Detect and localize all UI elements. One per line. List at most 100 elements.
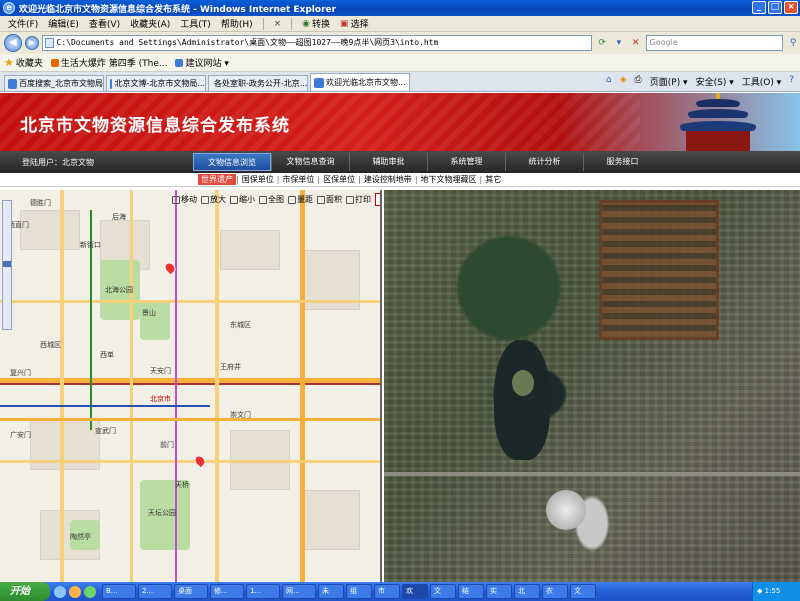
tools-menu[interactable]: 工具(O) ▾ (742, 75, 782, 88)
toolbar-close-icon[interactable]: × (274, 19, 282, 29)
area-icon (317, 195, 325, 204)
taskbar-item[interactable]: 2... (138, 584, 172, 599)
stop-icon[interactable]: ✕ (629, 36, 643, 50)
map-label: 新街口 (80, 241, 101, 249)
taskbar-item[interactable]: 网... (282, 584, 316, 599)
favorite-link-1[interactable]: 生活大爆炸 第四季 (The... (50, 56, 167, 69)
dome-building-image (546, 490, 586, 530)
minimize-button[interactable]: _ (752, 1, 766, 14)
satellite-map[interactable] (384, 190, 800, 582)
taskbar-item[interactable]: 组 (346, 584, 372, 599)
tab-page-icon (8, 78, 17, 89)
taskbar-item[interactable]: 1... (246, 584, 280, 599)
tab-bar: 百度搜索_北京市文物局 北京文博-北京市文物局... 各处室职-政务公开-北京.… (0, 72, 800, 92)
map-area-button[interactable]: 面积 (317, 193, 342, 206)
map-fullextent-button[interactable]: 全图 (259, 193, 284, 206)
nav-browse[interactable]: 文物信息浏览 (193, 153, 271, 171)
map-pan-button[interactable]: 移动 (172, 193, 197, 206)
search-input[interactable]: Google (645, 35, 784, 51)
subnav-construction-zone[interactable]: 建设控制地带 (361, 174, 415, 185)
map-label: 广安门 (10, 431, 31, 439)
menu-favorites[interactable]: 收藏夹(A) (130, 17, 170, 30)
taskbar-item[interactable]: 桌面 (174, 584, 208, 599)
main-nav: 登陆用户：北京文物 文物信息浏览 文物信息查询 辅助审批 系统管理 统计分析 服… (0, 151, 800, 173)
window-titlebar[interactable]: e 欢迎光临北京市文物资源信息综合发布系统 - Windows Internet… (0, 0, 800, 16)
browser-tab-2[interactable]: 北京文博-北京市文物局... (106, 75, 206, 91)
nav-system[interactable]: 系统管理 (427, 153, 505, 171)
map-clear-button[interactable]: 清 除 (375, 193, 380, 206)
nav-statistics[interactable]: 统计分析 (505, 153, 583, 171)
address-input[interactable]: C:\Documents and Settings\Administrator\… (41, 35, 593, 51)
quicklaunch-icon[interactable] (84, 585, 96, 598)
favorite-link-2[interactable]: 建议网站 ▾ (175, 56, 229, 69)
menu-edit[interactable]: 编辑(E) (48, 17, 79, 30)
subnav-world-heritage[interactable]: 世界遗产 (198, 174, 236, 185)
help-icon[interactable]: ? (789, 75, 794, 88)
translate-button[interactable]: ◉ 转换 (302, 17, 330, 31)
nav-query[interactable]: 文物信息查询 (271, 153, 349, 171)
close-button[interactable]: × (784, 1, 798, 14)
browser-tab-3[interactable]: 各处室职-政务公开-北京... (208, 75, 308, 91)
street-map[interactable]: 西直门 新街口 后海 北海公园 景山 东城区 西城区 北京市 天安门 前门 广安… (0, 190, 382, 582)
page-menu[interactable]: 页面(P) ▾ (650, 75, 688, 88)
menu-file[interactable]: 文件(F) (8, 17, 38, 30)
maximize-button[interactable]: □ (768, 1, 782, 14)
home-icon[interactable]: ⌂ (606, 75, 612, 88)
site-title: 北京市文物资源信息综合发布系统 (20, 116, 290, 136)
browser-tab-4[interactable]: 欢迎光临北京市文物... (310, 73, 410, 91)
select-button[interactable]: ▣ 选择 (340, 17, 369, 31)
map-measure-button[interactable]: 量距 (288, 193, 313, 206)
quicklaunch-icon[interactable] (54, 585, 66, 598)
favorites-bar: ★ 收藏夹 生活大爆炸 第四季 (The... 建议网站 ▾ (0, 54, 800, 72)
taskbar-item[interactable]: 未 (318, 584, 344, 599)
taskbar-item[interactable]: 市 (374, 584, 400, 599)
print-icon (346, 195, 354, 204)
quicklaunch-icon[interactable] (69, 585, 81, 598)
map-zoomout-button[interactable]: 缩小 (230, 193, 255, 206)
dropdown-icon[interactable]: ▾ (612, 36, 626, 50)
map-label: 复兴门 (10, 369, 31, 377)
taskbar-item[interactable]: 农 (542, 584, 568, 599)
taskbar: 开始 B... 2... 桌面 修... 1... 网... 未 组 市 欢 文… (0, 582, 800, 601)
taskbar-item[interactable]: 实 (486, 584, 512, 599)
taskbar-item[interactable]: 欢 (402, 584, 428, 599)
subnav-municipal[interactable]: 市保单位 (279, 174, 317, 185)
menu-view[interactable]: 查看(V) (89, 17, 120, 30)
menu-tools[interactable]: 工具(T) (180, 17, 211, 30)
start-button[interactable]: 开始 (0, 582, 50, 601)
sub-nav: 世界遗产 | 国保单位 | 市保单位 | 区保单位 | 建设控制地带 | 地下文… (0, 173, 800, 187)
map-label: 天安门 (150, 367, 171, 375)
temple-of-heaven-image (678, 93, 758, 151)
subnav-underground[interactable]: 地下文物埋藏区 (418, 174, 480, 185)
refresh-icon[interactable]: ⟳ (595, 36, 609, 50)
menu-help[interactable]: 帮助(H) (221, 17, 253, 30)
nav-service[interactable]: 服务接口 (583, 153, 661, 171)
map-zoomin-button[interactable]: 放大 (201, 193, 226, 206)
taskbar-item[interactable]: B... (102, 584, 136, 599)
map-print-button[interactable]: 打印 (346, 193, 371, 206)
feeds-icon[interactable]: ◈ (620, 75, 627, 88)
tab-page-icon (314, 77, 324, 88)
subnav-national[interactable]: 国保单位 (239, 174, 277, 185)
subnav-district[interactable]: 区保单位 (320, 174, 358, 185)
print-icon[interactable]: ⎙ (635, 75, 642, 88)
map-label: 后海 (112, 213, 126, 221)
zoom-thumb[interactable] (3, 261, 11, 267)
safety-menu[interactable]: 安全(S) ▾ (696, 75, 734, 88)
map-marker-icon[interactable] (192, 453, 208, 469)
forward-button[interactable]: ▶ (24, 36, 39, 50)
subnav-other[interactable]: 其它 (482, 174, 504, 185)
browser-tab-1[interactable]: 百度搜索_北京市文物局 (4, 75, 104, 91)
taskbar-item[interactable]: 北 (514, 584, 540, 599)
search-icon[interactable]: ⚲ (786, 36, 800, 50)
taskbar-item[interactable]: 文 (570, 584, 596, 599)
back-button[interactable]: ◀ (4, 34, 22, 52)
favorites-button[interactable]: ★ 收藏夹 (4, 56, 43, 69)
taskbar-item[interactable]: 结 (458, 584, 484, 599)
map-label: 陶然亭 (70, 533, 91, 541)
network-icon[interactable]: ◆ (757, 587, 762, 595)
taskbar-item[interactable]: 文 (430, 584, 456, 599)
taskbar-item[interactable]: 修... (210, 584, 244, 599)
zoom-slider[interactable] (2, 200, 12, 330)
nav-approval[interactable]: 辅助审批 (349, 153, 427, 171)
